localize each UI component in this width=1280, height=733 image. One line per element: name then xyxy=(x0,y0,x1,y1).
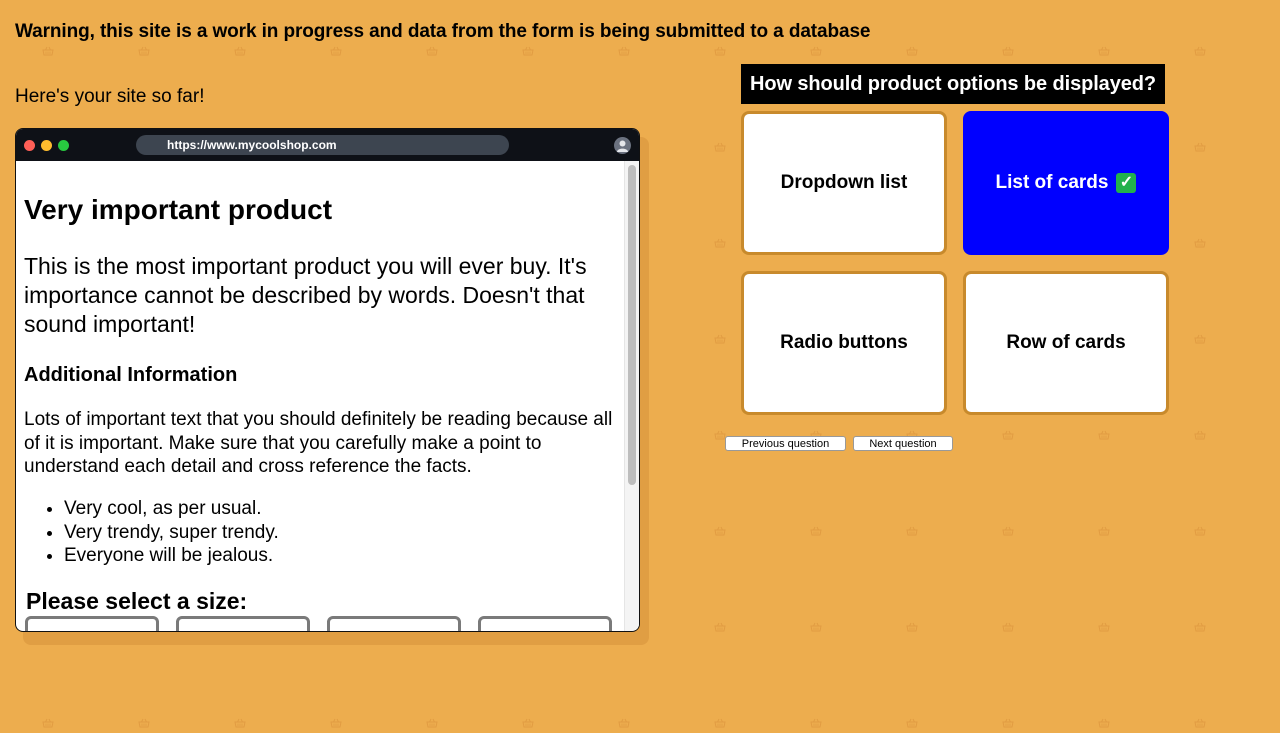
basket-icon xyxy=(714,331,726,344)
previous-question-button[interactable]: Previous question xyxy=(725,436,846,451)
basket-icon xyxy=(42,715,54,728)
intro-text: Here's your site so far! xyxy=(15,86,205,107)
checkmark-icon: ✓ xyxy=(1116,173,1137,193)
basket-icon xyxy=(1098,43,1110,56)
basket-icon xyxy=(1002,523,1014,536)
basket-icon xyxy=(714,523,726,536)
basket-icon xyxy=(426,43,438,56)
basket-icon xyxy=(1098,523,1110,536)
basket-icon xyxy=(906,43,918,56)
basket-icon xyxy=(618,715,630,728)
basket-icon xyxy=(1194,139,1206,152)
browser-preview: https://www.mycoolshop.com Very importan… xyxy=(15,128,640,632)
basket-icon xyxy=(522,43,534,56)
basket-icon xyxy=(138,43,150,56)
option-list-of-cards[interactable]: List of cards ✓ xyxy=(963,111,1169,255)
basket-icon xyxy=(1194,331,1206,344)
list-item: Everyone will be jealous. xyxy=(64,544,279,568)
basket-icon xyxy=(810,43,822,56)
option-label: List of cards xyxy=(995,172,1109,193)
basket-icon xyxy=(618,43,630,56)
basket-icon xyxy=(810,715,822,728)
product-title: Very important product xyxy=(24,194,333,225)
option-label: Radio buttons xyxy=(780,332,908,353)
basket-icon xyxy=(1002,619,1014,632)
size-select-label: Please select a size: xyxy=(26,588,248,614)
basket-icon xyxy=(1098,427,1110,440)
list-item: Very cool, as per usual. xyxy=(64,497,279,521)
size-option-card[interactable] xyxy=(176,616,310,631)
option-label: Dropdown list xyxy=(780,172,908,193)
product-description: This is the most important product you w… xyxy=(24,253,587,337)
basket-icon xyxy=(42,43,54,56)
basket-icon xyxy=(714,139,726,152)
basket-icon xyxy=(1002,715,1014,728)
basket-icon xyxy=(1194,523,1206,536)
feature-list: Very cool, as per usual. Very trendy, su… xyxy=(24,497,279,568)
basket-icon xyxy=(810,523,822,536)
additional-info-heading: Additional Information xyxy=(24,364,238,386)
size-option-card[interactable] xyxy=(478,616,612,631)
basket-icon xyxy=(138,715,150,728)
additional-info-text: Lots of important text that you should d… xyxy=(24,409,613,477)
close-dot-icon xyxy=(24,140,35,151)
basket-icon xyxy=(1194,427,1206,440)
basket-icon xyxy=(234,715,246,728)
basket-icon xyxy=(234,43,246,56)
basket-icon xyxy=(1194,235,1206,248)
option-radio-buttons[interactable]: Radio buttons xyxy=(741,271,947,415)
list-item: Very trendy, super trendy. xyxy=(64,521,279,545)
size-option-card[interactable] xyxy=(25,616,159,631)
warning-banner: Warning, this site is a work in progress… xyxy=(15,21,871,42)
minimize-dot-icon xyxy=(41,140,52,151)
basket-icon xyxy=(714,43,726,56)
basket-icon xyxy=(1194,619,1206,632)
basket-icon xyxy=(1098,619,1110,632)
basket-icon xyxy=(1098,715,1110,728)
basket-icon xyxy=(906,523,918,536)
question-heading: How should product options be displayed? xyxy=(741,64,1165,104)
basket-icon xyxy=(1194,43,1206,56)
browser-viewport[interactable]: Very important product This is the most … xyxy=(16,161,639,631)
user-avatar-icon xyxy=(614,137,631,154)
basket-icon xyxy=(330,715,342,728)
browser-titlebar: https://www.mycoolshop.com xyxy=(16,129,639,161)
basket-icon xyxy=(1002,427,1014,440)
basket-icon xyxy=(906,715,918,728)
url-bar: https://www.mycoolshop.com xyxy=(136,135,509,155)
maximize-dot-icon xyxy=(58,140,69,151)
option-dropdown-list[interactable]: Dropdown list xyxy=(741,111,947,255)
basket-icon xyxy=(714,619,726,632)
basket-icon xyxy=(714,235,726,248)
size-option-card[interactable] xyxy=(327,616,461,631)
basket-icon xyxy=(522,715,534,728)
basket-icon xyxy=(1002,43,1014,56)
basket-icon xyxy=(810,619,822,632)
next-question-button[interactable]: Next question xyxy=(853,436,953,451)
basket-icon xyxy=(714,427,726,440)
option-row-of-cards[interactable]: Row of cards xyxy=(963,271,1169,415)
basket-icon xyxy=(426,715,438,728)
basket-icon xyxy=(906,619,918,632)
basket-icon xyxy=(714,715,726,728)
scrollbar-thumb[interactable] xyxy=(628,165,636,485)
option-label: Row of cards xyxy=(1006,332,1126,353)
basket-icon xyxy=(330,43,342,56)
basket-icon xyxy=(1194,715,1206,728)
